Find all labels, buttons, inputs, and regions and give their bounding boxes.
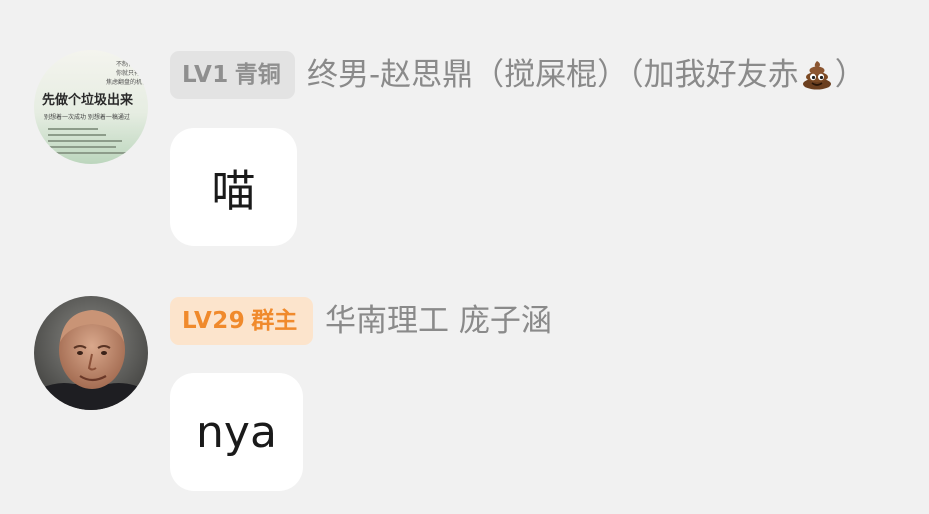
message-text: 喵 bbox=[211, 166, 256, 217]
role-text: 青铜 bbox=[234, 62, 281, 88]
svg-text:焦虑翻盘的机会: 焦虑翻盘的机会 bbox=[106, 78, 148, 86]
svg-text:别想着一次成功 别想着一稿通过: 别想着一次成功 别想着一稿通过 bbox=[44, 113, 130, 121]
avatar[interactable]: 不制作垃圾 你就只有 焦虑翻盘的机会 先做个垃圾出来 别想着一次成功 别想着一稿… bbox=[34, 50, 148, 164]
sender-name[interactable]: 终男-赵思鼎（搅屎棍）（加我好友赤 ） bbox=[307, 51, 866, 104]
message-bubble[interactable]: nya bbox=[170, 373, 303, 491]
role-text: 群主 bbox=[251, 308, 298, 334]
message-bubble[interactable]: 喵 bbox=[170, 128, 297, 246]
sender-name[interactable]: 华南理工 庞子涵 bbox=[325, 297, 552, 345]
level-badge: LV29 群主 bbox=[170, 297, 313, 345]
svg-text:先做个垃圾出来: 先做个垃圾出来 bbox=[42, 92, 134, 108]
sender-name-suffix: ） bbox=[834, 57, 866, 93]
message-text: nya bbox=[196, 406, 277, 458]
sender-name-text: 终男-赵思鼎（搅屎棍）（加我好友赤 bbox=[307, 57, 799, 93]
level-text: LV1 bbox=[182, 62, 229, 88]
level-text: LV29 bbox=[182, 308, 246, 334]
avatar[interactable] bbox=[34, 296, 148, 410]
svg-text:你就只有: 你就只有 bbox=[116, 69, 140, 77]
level-badge: LV1 青铜 bbox=[170, 51, 295, 99]
svg-text:不制作垃圾: 不制作垃圾 bbox=[116, 60, 146, 68]
man-portrait-avatar-icon bbox=[34, 296, 148, 410]
pile-of-poo-icon bbox=[801, 56, 833, 104]
book-cover-avatar-icon: 不制作垃圾 你就只有 焦虑翻盘的机会 先做个垃圾出来 别想着一次成功 别想着一稿… bbox=[34, 50, 148, 164]
sender-name-text: 华南理工 庞子涵 bbox=[325, 303, 552, 339]
